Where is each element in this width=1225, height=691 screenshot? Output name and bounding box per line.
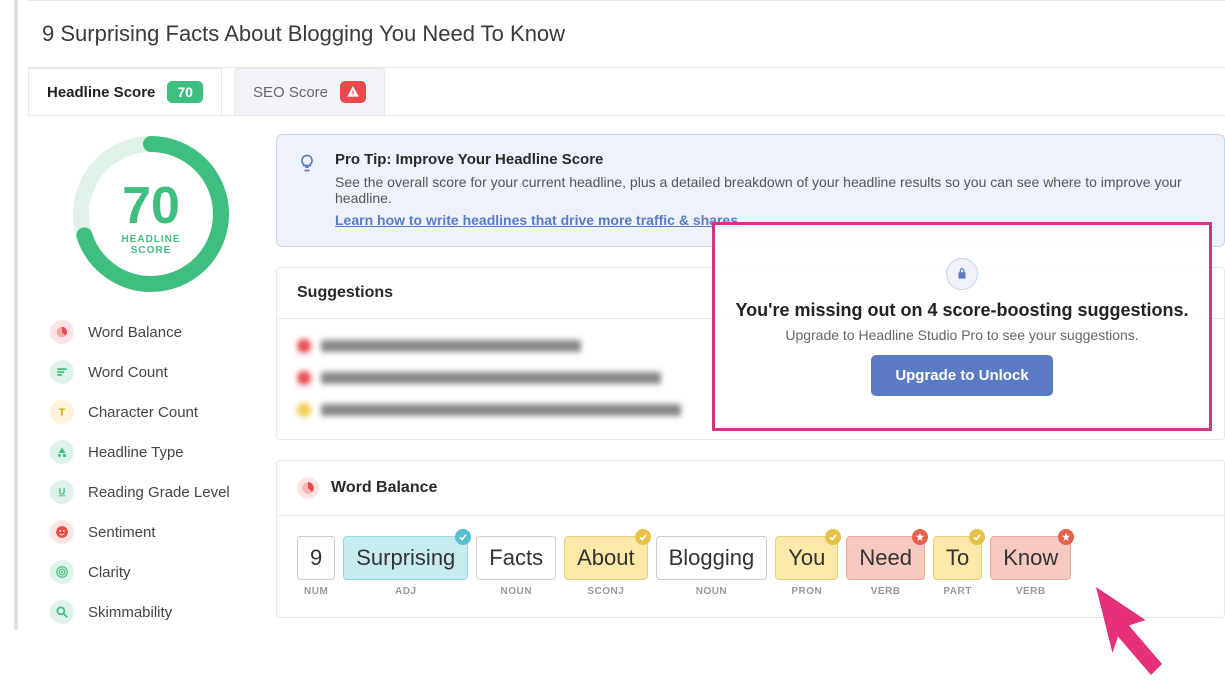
tab-label: Headline Score [47,84,155,101]
headline-bar: 9 Surprising Facts About Blogging You Ne… [28,0,1225,68]
chart-icon [297,477,319,499]
headline-text: 9 Surprising Facts About Blogging You Ne… [42,21,1211,47]
score-tabs: Headline Score 70 SEO Score [28,68,1225,116]
pos-label: NOUN [500,586,531,597]
nav-label: Word Count [88,364,168,381]
headline-score-badge: 70 [167,81,203,103]
sidebar-item-word-count[interactable]: Word Count [46,354,256,390]
nav-label: Word Balance [88,324,182,341]
pos-label: NUM [304,586,328,597]
word-box: You [775,536,838,580]
word-box: About [564,536,648,580]
word-balance-card: Word Balance 9 NUM Surprising ADJ Facts NOUN A… [276,460,1225,618]
pos-label: VERB [1016,586,1046,597]
word-token: Blogging NOUN [656,536,768,597]
sidebar-item-clarity[interactable]: Clarity [46,554,256,590]
suggestions-card: Suggestions You're missing out on 4 scor… [276,267,1225,440]
tab-label: SEO Score [253,84,328,101]
score-donut: 70 HEADLINESCORE [71,134,231,294]
sidebar: 70 HEADLINESCORE Word Balance Word Count T… [46,134,256,630]
word-token: Know VERB [990,536,1071,597]
lines-icon [50,360,74,384]
type-icon: T [50,400,74,424]
tab-seo-score[interactable]: SEO Score [234,68,385,115]
word-token: To PART [933,536,982,597]
sidebar-nav: Word Balance Word Count T Character Count He… [46,314,256,630]
word-box: Facts [476,536,556,580]
smile-icon [50,520,74,544]
nav-label: Skimmability [88,604,172,621]
pos-label: VERB [871,586,901,597]
word-token: 9 NUM [297,536,335,597]
upgrade-button[interactable]: Upgrade to Unlock [871,355,1052,396]
protip-text: See the overall score for your current h… [335,174,1204,206]
chart-icon [50,320,74,344]
lock-icon [946,258,978,290]
word-token: You PRON [775,536,838,597]
words-row: 9 NUM Surprising ADJ Facts NOUN About SCONJ Blog… [297,536,1204,597]
pos-label: NOUN [696,586,727,597]
nav-label: Clarity [88,564,131,581]
target-icon [50,560,74,584]
protip-link[interactable]: Learn how to write headlines that drive … [335,212,742,228]
donut-label: HEADLINESCORE [71,234,231,256]
svg-text:T: T [59,407,66,419]
protip-title: Pro Tip: Improve Your Headline Score [335,151,1204,168]
nav-label: Sentiment [88,524,156,541]
word-box: Surprising [343,536,468,580]
tab-headline-score[interactable]: Headline Score 70 [28,68,222,115]
shapes-icon [50,440,74,464]
word-token: Facts NOUN [476,536,556,597]
pos-label: PRON [791,586,822,597]
svg-text:U: U [59,486,66,496]
sidebar-item-character-count[interactable]: T Character Count [46,394,256,430]
overlay-sub: Upgrade to Headline Studio Pro to see yo… [785,327,1138,343]
word-token: Need VERB [846,536,925,597]
word-box: Blogging [656,536,768,580]
main-panel: Pro Tip: Improve Your Headline Score See… [276,134,1225,630]
search-icon [50,600,74,624]
word-box: To [933,536,982,580]
sidebar-item-skimmability[interactable]: Skimmability [46,594,256,630]
sidebar-item-word-balance[interactable]: Word Balance [46,314,256,350]
nav-label: Character Count [88,404,198,421]
word-box: Know [990,536,1071,580]
word-box: Need [846,536,925,580]
nav-label: Headline Type [88,444,184,461]
sidebar-item-reading-grade-level[interactable]: U Reading Grade Level [46,474,256,510]
word-balance-header: Word Balance [277,461,1224,516]
pos-label: ADJ [395,586,417,597]
word-box: 9 [297,536,335,580]
underline-icon: U [50,480,74,504]
alert-icon [340,81,366,103]
pos-label: PART [943,586,971,597]
upgrade-overlay: You're missing out on 4 score-boosting s… [712,222,1212,431]
word-token: About SCONJ [564,536,648,597]
word-token: Surprising ADJ [343,536,468,597]
nav-label: Reading Grade Level [88,484,230,501]
donut-score: 70 [71,176,231,236]
lightbulb-icon [297,153,317,230]
overlay-headline: You're missing out on 4 score-boosting s… [736,300,1189,321]
pos-label: SCONJ [587,586,624,597]
sidebar-item-sentiment[interactable]: Sentiment [46,514,256,550]
wb-title: Word Balance [331,479,437,497]
sidebar-item-headline-type[interactable]: Headline Type [46,434,256,470]
